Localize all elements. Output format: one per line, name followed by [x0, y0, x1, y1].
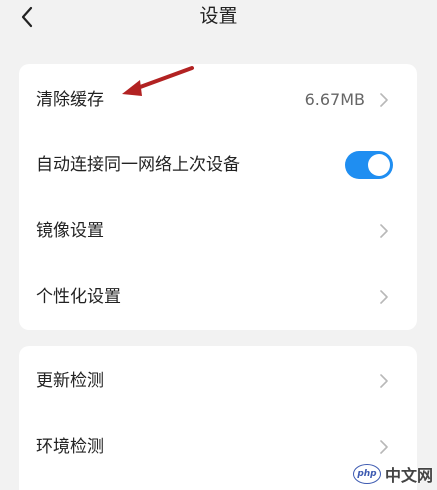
auto-connect-label: 自动连接同一网络上次设备 — [36, 155, 240, 175]
chevron-right-icon — [378, 223, 390, 239]
clear-cache-row[interactable]: 清除缓存 6.67MB — [19, 67, 417, 133]
personalization-row[interactable]: 个性化设置 — [19, 264, 417, 330]
watermark-text: 中文网 — [384, 466, 433, 485]
update-check-label: 更新检测 — [36, 371, 104, 391]
auto-connect-toggle[interactable] — [345, 151, 393, 179]
update-check-row[interactable]: 更新检测 — [19, 348, 417, 414]
chevron-right-icon — [378, 92, 390, 108]
clear-cache-label: 清除缓存 — [36, 90, 104, 110]
mirror-settings-row[interactable]: 镜像设置 — [19, 198, 417, 264]
php-logo-icon: php — [352, 464, 381, 484]
personalization-label: 个性化设置 — [36, 287, 121, 307]
chevron-right-icon — [378, 289, 390, 305]
mirror-settings-label: 镜像设置 — [36, 221, 104, 241]
chevron-right-icon — [378, 373, 390, 389]
toggle-knob — [368, 154, 390, 176]
chevron-right-icon — [378, 439, 390, 455]
cache-size-value: 6.67MB — [304, 90, 365, 109]
settings-card-general: 清除缓存 6.67MB 自动连接同一网络上次设备 镜像设置 个性化设置 — [19, 64, 417, 330]
auto-connect-row: 自动连接同一网络上次设备 — [19, 132, 417, 198]
environment-check-label: 环境检测 — [36, 437, 104, 457]
watermark: php 中文网 — [352, 462, 433, 486]
header-bar: 设置 — [0, 0, 437, 36]
page-title: 设置 — [199, 5, 238, 27]
